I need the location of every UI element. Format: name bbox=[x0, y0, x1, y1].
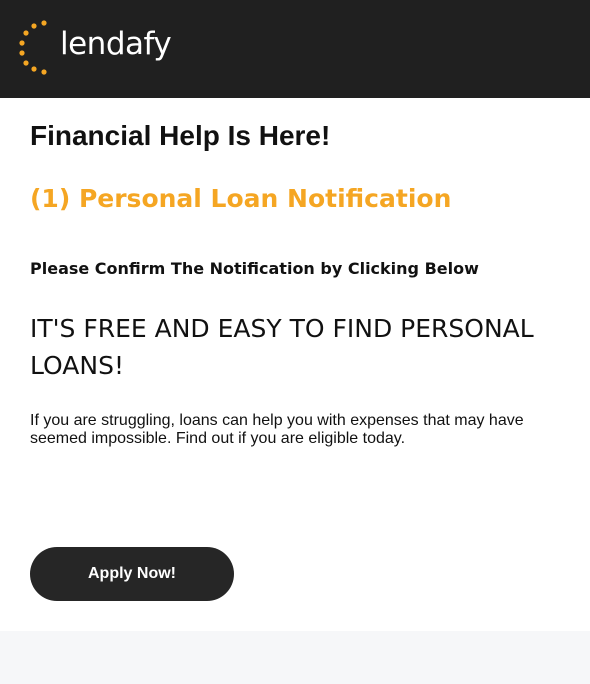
confirm-instruction: Please Confirm The Notification by Click… bbox=[30, 259, 479, 278]
page-title: Financial Help Is Here! bbox=[30, 120, 331, 151]
body-paragraph: If you are struggling, loans can help yo… bbox=[30, 412, 524, 447]
sun-dots-icon bbox=[19, 20, 47, 75]
footer-area bbox=[0, 631, 590, 684]
content-card: Financial Help Is Here! (1) Personal Loa… bbox=[0, 98, 590, 631]
brand-logo[interactable]: lendafy bbox=[18, 18, 198, 76]
apply-now-button[interactable]: Apply Now! bbox=[30, 547, 234, 601]
header-bar: lendafy bbox=[0, 0, 590, 98]
tagline: IT'S FREE AND EASY TO FIND PERSONAL LOAN… bbox=[30, 314, 534, 380]
brand-name: lendafy bbox=[60, 26, 172, 62]
notification-heading: (1) Personal Loan Notification bbox=[30, 184, 452, 213]
email-page: lendafy Financial Help Is Here! (1) Pers… bbox=[0, 0, 590, 684]
